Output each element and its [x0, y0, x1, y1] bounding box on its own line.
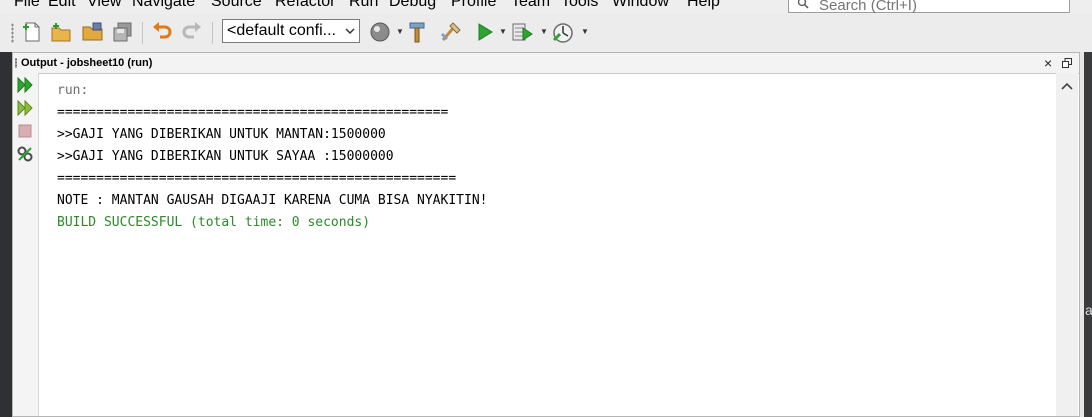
menu-help[interactable]: Help: [687, 0, 720, 11]
clean-build-dropdown-icon[interactable]: ▼: [396, 27, 404, 36]
scroll-up-icon[interactable]: [1061, 82, 1073, 90]
rerun-with-params-icon[interactable]: [16, 99, 34, 117]
profile-dropdown-icon[interactable]: ▼: [581, 27, 589, 36]
output-tab-title[interactable]: Output - jobsheet10 (run): [21, 57, 152, 69]
run-dropdown-icon[interactable]: ▼: [499, 27, 507, 36]
menu-file[interactable]: File: [14, 0, 40, 11]
toolbar-separator: [142, 22, 143, 44]
search-input[interactable]: [817, 0, 1061, 14]
main-toolbar: <default confi... ▼ ▼ ▼ ▼: [0, 14, 1092, 53]
new-project-icon[interactable]: [49, 20, 73, 44]
clean-and-build-icon[interactable]: [439, 20, 463, 44]
maximize-window-icon[interactable]: [1062, 58, 1072, 68]
build-icon[interactable]: [407, 20, 431, 44]
close-output-button[interactable]: ×: [1044, 55, 1052, 71]
stop-icon[interactable]: [16, 122, 34, 140]
console-line: ========================================…: [57, 171, 457, 186]
redo-icon[interactable]: [180, 20, 204, 44]
console-line: run:: [57, 83, 89, 98]
search-box[interactable]: [788, 0, 1070, 14]
chevron-down-icon: [345, 28, 355, 35]
rerun-icon[interactable]: [16, 76, 34, 94]
clean-build-icon[interactable]: [369, 20, 393, 44]
output-console[interactable]: run: ===================================…: [57, 80, 1057, 234]
debug-dropdown-icon[interactable]: ▼: [540, 27, 548, 36]
menu-profile[interactable]: Profile: [451, 0, 496, 11]
menu-team[interactable]: Team: [511, 0, 550, 11]
search-icon: [797, 0, 809, 9]
output-side-actions: [13, 73, 39, 416]
background-text-fragment: a: [1085, 302, 1092, 318]
menu-window[interactable]: Window: [612, 0, 669, 11]
configuration-value: <default confi...: [227, 22, 336, 39]
panel-grip[interactable]: [15, 58, 17, 68]
new-file-icon[interactable]: [20, 20, 44, 44]
menu-navigate[interactable]: Navigate: [132, 0, 195, 11]
console-line: >>GAJI YANG DIBERIKAN UNTUK MANTAN:15000…: [57, 127, 386, 142]
desktop-left-edge: [0, 52, 12, 417]
desktop-right-edge: a: [1078, 52, 1092, 417]
output-panel-header: Output - jobsheet10 (run) ×: [13, 53, 1079, 74]
debug-icon[interactable]: [510, 20, 534, 44]
settings-icon[interactable]: [16, 145, 34, 163]
toolbar-grip[interactable]: [11, 23, 14, 43]
profile-icon[interactable]: [551, 20, 575, 44]
build-status-line: BUILD SUCCESSFUL (total time: 0 seconds): [57, 215, 371, 230]
menu-refactor[interactable]: Refactor: [275, 0, 335, 11]
menu-view[interactable]: View: [87, 0, 121, 11]
save-all-icon[interactable]: [111, 20, 135, 44]
output-panel: Output - jobsheet10 (run) × run: =======…: [12, 52, 1080, 417]
menu-tools[interactable]: Tools: [561, 0, 598, 11]
menu-bar: File Edit View Navigate Source Refactor …: [0, 0, 1092, 14]
console-line: NOTE : MANTAN GAUSAH DIGAAJI KARENA CUMA…: [57, 193, 488, 208]
menu-edit[interactable]: Edit: [48, 0, 76, 11]
run-icon[interactable]: [473, 20, 497, 44]
menu-debug[interactable]: Debug: [389, 0, 436, 11]
vertical-scrollbar[interactable]: [1056, 73, 1078, 416]
menu-source[interactable]: Source: [211, 0, 262, 11]
open-project-icon[interactable]: [81, 20, 105, 44]
console-line: ========================================…: [57, 105, 449, 120]
configuration-select[interactable]: <default confi...: [222, 19, 360, 43]
menu-run[interactable]: Run: [349, 0, 378, 11]
undo-icon[interactable]: [150, 20, 174, 44]
console-line: >>GAJI YANG DIBERIKAN UNTUK SAYAA :15000…: [57, 149, 394, 164]
toolbar-separator: [212, 22, 213, 44]
